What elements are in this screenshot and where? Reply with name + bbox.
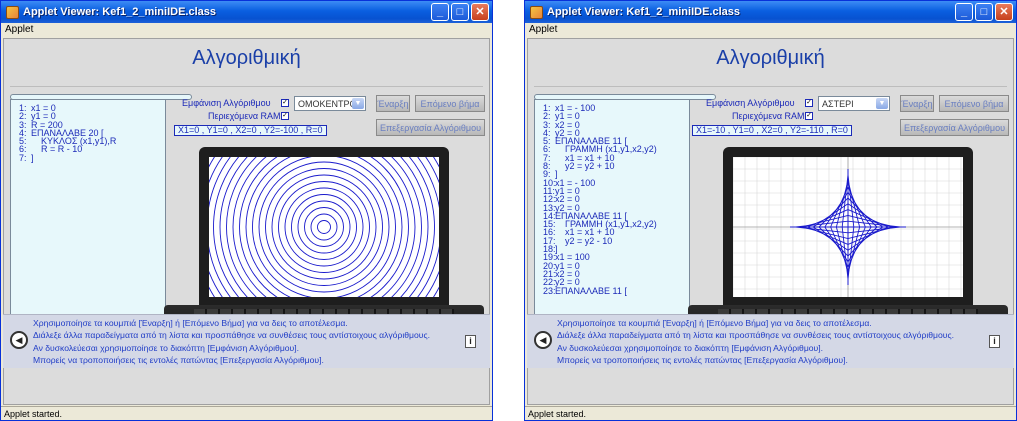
back-arrow-icon[interactable]: ◀ (10, 331, 28, 349)
circle-line (284, 187, 364, 267)
info-icon[interactable]: i (465, 335, 476, 348)
back-arrow-icon[interactable]: ◀ (534, 331, 552, 349)
window-title: Applet Viewer: Kef1_2_miniIDE.class (23, 6, 216, 18)
circle-line (304, 207, 344, 247)
next-step-button[interactable]: Επόμενο βήμα (415, 95, 485, 112)
circle-line (209, 157, 439, 297)
code-line: 23: ΕΠΑΝΑΛΑΒΕ 11 [ (543, 285, 689, 296)
edit-algorithm-button[interactable]: Επεξεργασία Αλγόριθμου (376, 119, 485, 136)
info-icon[interactable]: i (989, 335, 1000, 348)
screen-bezel (723, 147, 973, 305)
next-step-button[interactable]: Επόμενο βήμα (939, 95, 1009, 112)
status-bar: Applet started. (1, 406, 492, 420)
circle-line (278, 181, 370, 273)
ram-checkbox[interactable]: ✓ (805, 112, 813, 120)
show-algorithm-label: Εμφάνιση Αλγόριθμου (706, 98, 795, 108)
example-select[interactable]: ΟΜΟΚΕΝΤΡΟ ▼ (294, 96, 366, 111)
help-line: Μπορείς να τροποποιήσεις τις εντολές πατ… (557, 355, 848, 366)
example-select-value: ΟΜΟΚΕΝΤΡΟ (298, 99, 357, 109)
show-algorithm-checkbox[interactable]: ✓ (805, 99, 813, 107)
circle-line (291, 194, 357, 260)
example-select[interactable]: ΑΣΤΕΡΙ ▼ (818, 96, 890, 111)
minimize-icon[interactable]: _ (955, 3, 973, 21)
code-line: 8: y2 = y2 + 10 (543, 161, 689, 172)
help-line: Χρησιμοποίησε τα κουμπιά [Έναρξη] ή [Επό… (557, 318, 872, 328)
java-app-icon (6, 5, 19, 19)
menu-applet[interactable]: Applet (1, 23, 492, 37)
status-bar: Applet started. (525, 406, 1016, 420)
concentric-circles-drawing (209, 157, 439, 297)
help-line: Αν δυσκολεύεσαι χρησιμοποίησε το διακόπτ… (557, 342, 824, 353)
help-line: Διάλεξε άλλα παραδείγματα από τη λίστα κ… (557, 330, 955, 341)
help-line: Μπορείς να τροποποιήσεις τις εντολές πατ… (33, 355, 324, 366)
help-text: Χρησιμοποίησε τα κουμπιά [Έναρξη] ή [Επό… (557, 317, 954, 367)
help-line: Διάλεξε άλλα παραδείγματα από τη λίστα κ… (33, 330, 431, 341)
divider (10, 86, 483, 87)
circle-line (265, 168, 383, 286)
circle-line (209, 157, 439, 297)
line-text: R = R - 10 (31, 144, 83, 155)
maximize-icon[interactable]: □ (451, 3, 469, 21)
circle-line (317, 220, 331, 234)
java-app-icon (530, 5, 543, 19)
line-text: ] (31, 152, 34, 163)
circle-line (239, 157, 409, 297)
ram-values: X1=0 , Y1=0 , X2=0 , Y2=-100 , R=0 (174, 125, 327, 136)
screen-bezel (199, 147, 449, 305)
circle-line (232, 157, 416, 297)
show-algorithm-label: Εμφάνιση Αλγόριθμου (182, 98, 271, 108)
start-button[interactable]: Έναρξη (376, 95, 410, 112)
circle-line (271, 174, 377, 280)
chevron-down-icon[interactable]: ▼ (352, 98, 364, 109)
help-line: Χρησιμοποίησε τα κουμπιά [Έναρξη] ή [Επό… (33, 318, 348, 328)
circle-line (209, 157, 439, 297)
line-text: y2 = y2 + 10 (555, 161, 615, 172)
code-line: 17: y2 = y2 - 10 (543, 235, 689, 246)
circle-line (310, 213, 338, 241)
window-title: Applet Viewer: Kef1_2_miniIDE.class (547, 6, 740, 18)
divider (534, 86, 1007, 87)
applet-window-right: Applet Viewer: Kef1_2_miniIDE.class _ □ … (524, 0, 1017, 421)
circle-line (213, 157, 435, 297)
line-number: 7: (19, 152, 27, 163)
circle-line (245, 157, 403, 297)
ram-checkbox[interactable]: ✓ (281, 112, 289, 120)
minimize-icon[interactable]: _ (431, 3, 449, 21)
drawing-canvas (209, 157, 439, 297)
code-line: 7:] (19, 152, 165, 163)
drawing-canvas (733, 157, 963, 297)
page-title: Αλγοριθμική (716, 47, 825, 69)
circle-line (219, 157, 429, 297)
page-title: Αλγοριθμική (192, 47, 301, 69)
menu-applet[interactable]: Applet (525, 23, 1016, 37)
help-text: Χρησιμοποίησε τα κουμπιά [Έναρξη] ή [Επό… (33, 317, 430, 367)
ram-label: Περιεχόμενα RAM (208, 111, 281, 121)
help-line: Αν δυσκολεύεσαι χρησιμοποίησε το διακόπτ… (33, 342, 300, 353)
circle-line (297, 200, 351, 254)
star-drawing (733, 157, 963, 297)
line-text: y2 = y2 - 10 (555, 235, 613, 246)
code-editor[interactable]: 1: x1 = 0 2: y1 = 0 3: R = 200 4: ΕΠΑΝΑΛΑΒΕ 20 … (10, 99, 166, 330)
show-algorithm-checkbox[interactable]: ✓ (281, 99, 289, 107)
line-number: 23: (543, 285, 556, 296)
circle-line (226, 157, 422, 297)
applet-window-left: Applet Viewer: Kef1_2_miniIDE.class _ □ … (0, 0, 493, 421)
ram-label: Περιεχόμενα RAM (732, 111, 805, 121)
help-bar: ◀ Χρησιμοποίησε τα κουμπιά [Έναρξη] ή [Ε… (3, 314, 490, 368)
close-icon[interactable]: ✕ (471, 3, 489, 21)
help-bar: ◀ Χρησιμοποίησε τα κουμπιά [Έναρξη] ή [Ε… (527, 314, 1014, 368)
chevron-down-icon[interactable]: ▼ (876, 98, 888, 109)
close-icon[interactable]: ✕ (995, 3, 1013, 21)
example-select-value: ΑΣΤΕΡΙ (822, 99, 854, 109)
title-bar[interactable]: Applet Viewer: Kef1_2_miniIDE.class _ □ … (525, 1, 1016, 23)
code-editor[interactable]: 1: x1 = - 100 2: y1 = 0 3: x2 = 0 4: y2 = 0 5: ΕΠ… (534, 99, 690, 330)
edit-algorithm-button[interactable]: Επεξεργασία Αλγόριθμου (900, 119, 1009, 136)
line-text: ΕΠΑΝΑΛΑΒΕ 11 [ (555, 285, 627, 296)
circle-line (252, 157, 396, 297)
start-button[interactable]: Έναρξη (900, 95, 934, 112)
code-line: 6: R = R - 10 (19, 144, 165, 155)
ram-values: X1=-10 , Y1=0 , X2=0 , Y2=-110 , R=0 (692, 125, 852, 136)
maximize-icon[interactable]: □ (975, 3, 993, 21)
title-bar[interactable]: Applet Viewer: Kef1_2_miniIDE.class _ □ … (1, 1, 492, 23)
